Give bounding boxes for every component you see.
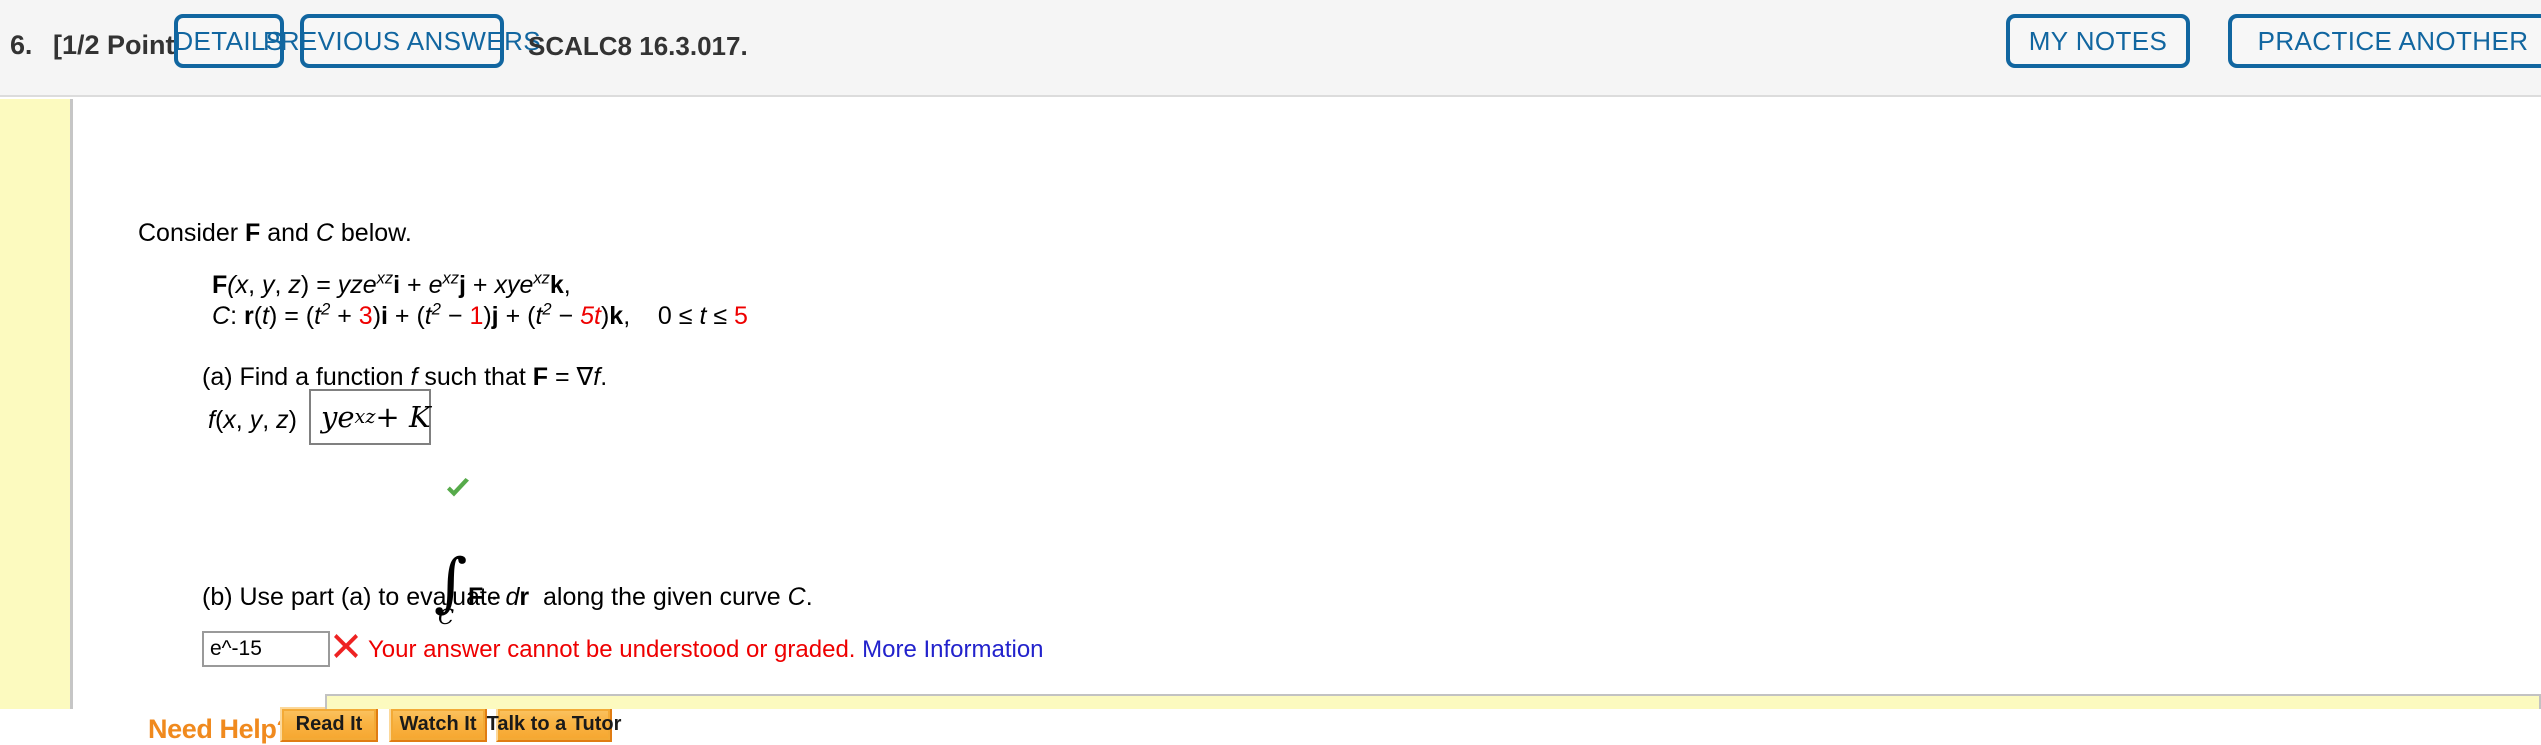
curve-const-2: 1 — [469, 302, 484, 330]
part-a-answer-field[interactable]: ye xz + K — [309, 389, 431, 445]
part-b-instruction-tail: F · dr along the given curve C. — [468, 583, 813, 611]
prompt-text-before: Consider — [138, 219, 245, 247]
integral-subscript: C — [438, 605, 455, 629]
prompt-text-after: below. — [333, 219, 412, 247]
talk-to-a-tutor-button[interactable]: Talk to a Tutor — [487, 707, 621, 742]
part-a-instruction: (a) Find a function f such that F = ∇f. — [202, 363, 608, 391]
need-help-label: Need Help? — [148, 714, 293, 744]
module-code-label: SCALC8 16.3.017. — [528, 31, 748, 61]
prompt-vector-F: F — [245, 219, 261, 247]
question-content: Consider F and C below. F(x, y, z) = yze… — [76, 99, 2541, 744]
watch-it-button[interactable]: Watch It — [389, 707, 487, 742]
previous-answers-button[interactable]: PREVIOUS ANSWERS — [263, 14, 541, 68]
my-notes-button[interactable]: MY NOTES — [2006, 14, 2190, 68]
question-prompt: Consider F and C below. — [138, 219, 412, 248]
green-check-icon — [447, 478, 469, 497]
curve-domain-upper: 5 — [734, 302, 748, 330]
part-a-answer-base: ye — [321, 400, 355, 434]
left-gutter-rail — [0, 99, 73, 709]
problem-header-bar: 6. [1/2 Points] DETAILS PREVIOUS ANSWERS… — [0, 0, 2541, 97]
vector-field-definition: F(x, y, z) = yzexzi + exzj + xyexzk, — [212, 269, 571, 299]
part-a-answer-tail: + K — [375, 400, 431, 434]
read-it-button[interactable]: Read It — [280, 707, 378, 742]
problem-number: 6. — [10, 30, 33, 60]
red-x-icon — [334, 634, 358, 658]
more-information-link[interactable]: More Information — [862, 636, 1043, 663]
curve-const-1: 3 — [358, 302, 373, 330]
prompt-text-middle: and — [260, 219, 316, 247]
next-section-panel — [325, 694, 2541, 709]
part-a-answer-label: f(x, y, z) = — [208, 406, 326, 434]
validation-error-message: Your answer cannot be understood or grad… — [368, 636, 1044, 664]
part-b-answer-input[interactable] — [202, 631, 330, 667]
curve-definition: C: r(t) = (t2 + 3)i + (t2 − 1)j + (t2 − … — [212, 300, 748, 330]
prompt-curve-C: C — [315, 219, 334, 247]
curve-const-3: 5t — [580, 302, 601, 330]
error-text: Your answer cannot be understood or grad… — [368, 636, 856, 663]
practice-another-button[interactable]: PRACTICE ANOTHER — [2228, 14, 2541, 68]
